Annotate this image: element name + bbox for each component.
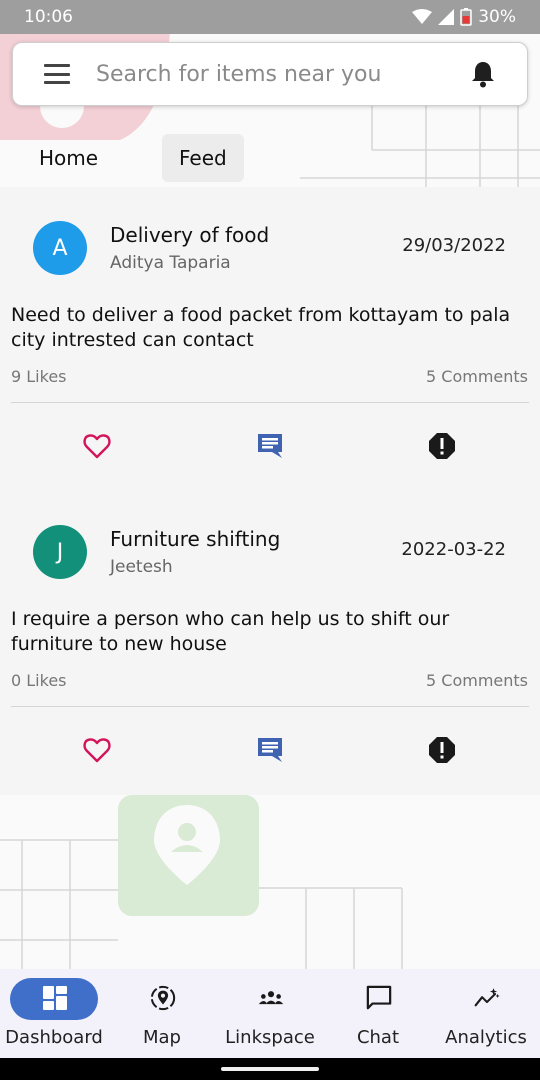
post-likes-count: 0 Likes — [11, 671, 67, 690]
like-button[interactable] — [82, 735, 112, 765]
nav-label: Map — [143, 1027, 181, 1048]
chat-icon — [366, 985, 392, 1011]
notification-bell-icon[interactable] — [471, 60, 495, 88]
post-title: Delivery of food — [110, 223, 270, 247]
wifi-icon — [412, 9, 433, 24]
battery-percent: 30% — [478, 7, 516, 27]
post-card[interactable]: J Furniture shifting Jeetesh 2022-03-22 … — [0, 491, 540, 795]
status-icons: 30% — [412, 7, 516, 27]
search-bar[interactable]: Search for items near you — [12, 42, 528, 106]
people-icon — [258, 985, 284, 1011]
nav-linkspace[interactable]: Linkspace — [216, 969, 324, 1058]
cell-signal-icon — [438, 9, 455, 25]
comment-icon — [258, 738, 282, 762]
report-button[interactable] — [427, 431, 457, 461]
post-title: Furniture shifting — [110, 527, 281, 551]
report-icon — [429, 737, 455, 763]
nav-label: Linkspace — [225, 1027, 315, 1048]
post-card[interactable]: A Delivery of food Aditya Taparia 29/03/… — [0, 187, 540, 491]
dashboard-icon — [42, 985, 68, 1011]
divider — [11, 402, 529, 403]
gesture-navigation-bar — [0, 1058, 540, 1080]
post-body: I require a person who can help us to sh… — [11, 608, 450, 655]
post-date: 2022-03-22 — [401, 539, 506, 560]
heart-icon — [83, 434, 111, 459]
feed-list: A Delivery of food Aditya Taparia 29/03/… — [0, 187, 540, 795]
divider — [11, 706, 529, 707]
post-author: Aditya Taparia — [110, 253, 231, 273]
comment-button[interactable] — [255, 735, 285, 765]
analytics-icon — [474, 985, 500, 1011]
avatar: A — [33, 221, 87, 275]
nav-label: Analytics — [445, 1027, 527, 1048]
like-button[interactable] — [82, 431, 112, 461]
nav-analytics[interactable]: Analytics — [432, 969, 540, 1058]
avatar: J — [33, 525, 87, 579]
status-time: 10:06 — [24, 7, 73, 27]
search-input[interactable]: Search for items near you — [96, 62, 471, 87]
post-likes-count: 9 Likes — [11, 367, 67, 386]
nav-label: Dashboard — [5, 1027, 103, 1048]
comment-icon — [258, 434, 282, 458]
battery-icon — [460, 8, 472, 26]
tab-feed[interactable]: Feed — [162, 134, 244, 182]
nav-label: Chat — [356, 1027, 400, 1048]
menu-icon[interactable] — [44, 64, 70, 84]
status-bar: 10:06 30% — [0, 0, 540, 34]
nav-map[interactable]: Map — [108, 969, 216, 1058]
post-author: Jeetesh — [110, 557, 173, 577]
heart-icon — [83, 738, 111, 763]
post-body: Need to deliver a food packet from kotta… — [11, 304, 511, 351]
report-icon — [429, 433, 455, 459]
bottom-navigation: Dashboard Map Linkspace Chat Analytics — [0, 969, 540, 1058]
tab-bar: Home Feed — [0, 130, 540, 186]
comment-button[interactable] — [255, 431, 285, 461]
nav-dashboard[interactable]: Dashboard — [0, 969, 108, 1058]
post-date: 29/03/2022 — [402, 235, 506, 256]
tab-home[interactable]: Home — [22, 134, 115, 182]
nav-chat[interactable]: Chat — [324, 969, 432, 1058]
home-gesture-handle[interactable] — [221, 1067, 319, 1071]
report-button[interactable] — [427, 735, 457, 765]
post-comments-count[interactable]: 5 Comments — [426, 671, 528, 690]
post-comments-count[interactable]: 5 Comments — [426, 367, 528, 386]
map-pin-icon — [150, 985, 176, 1011]
